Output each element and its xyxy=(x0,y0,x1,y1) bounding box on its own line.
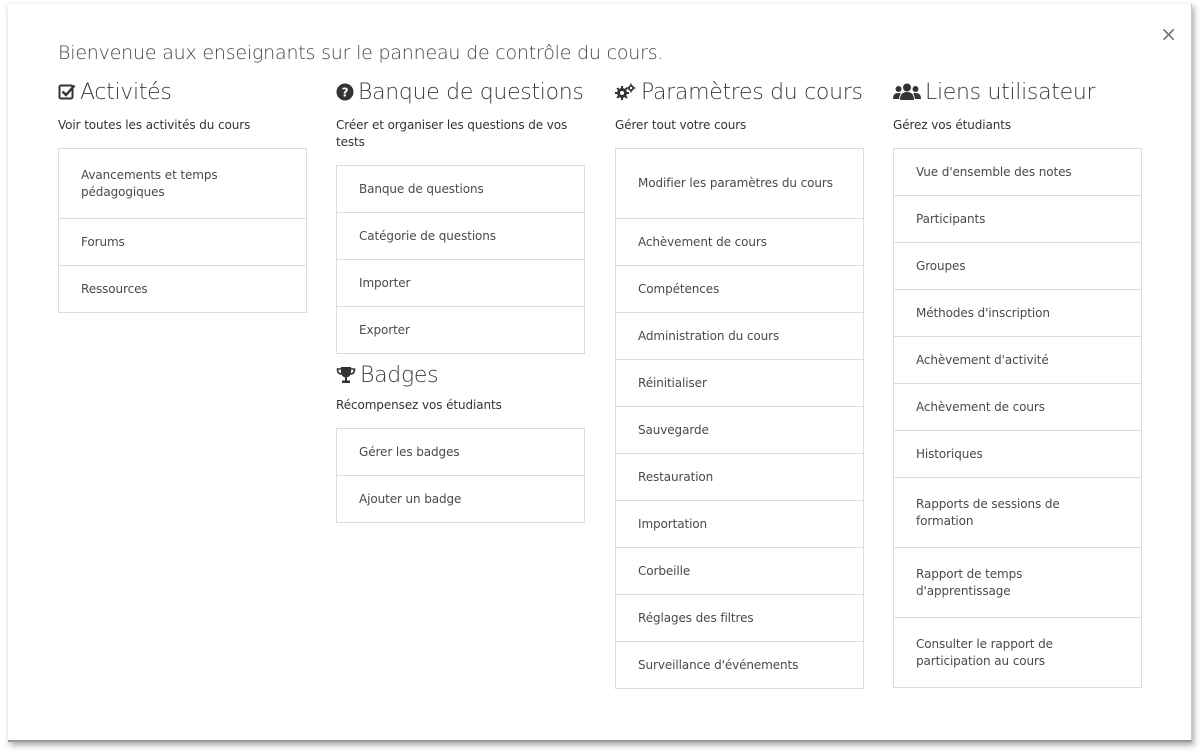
list-item-restauration[interactable]: Restauration xyxy=(616,454,863,501)
users-icon xyxy=(893,79,921,110)
badges-desc: Récompensez vos étudiants xyxy=(336,398,502,412)
svg-text:?: ? xyxy=(342,86,349,100)
question-circle-icon: ? xyxy=(336,79,354,110)
list-item-ajouter-badge[interactable]: Ajouter un badge xyxy=(337,476,584,523)
list-item-forums[interactable]: Forums xyxy=(59,219,306,266)
list-item-methodes-inscription[interactable]: Méthodes d'inscription xyxy=(894,290,1141,337)
list-item-achevement-cours-users[interactable]: Achèvement de cours xyxy=(894,384,1141,431)
list-item-avancements[interactable]: Avancements et temps pédagogiques xyxy=(59,149,306,219)
user-links-column: Liens utilisateur Gérez vos étudiants Vu… xyxy=(893,77,1142,688)
list-item-achevement-activite[interactable]: Achèvement d'activité xyxy=(894,337,1141,384)
list-item-corbeille[interactable]: Corbeille xyxy=(616,548,863,595)
list-item-importation[interactable]: Importation xyxy=(616,501,863,548)
list-item-competences[interactable]: Compétences xyxy=(616,266,863,313)
course-settings-desc: Gérer tout votre cours xyxy=(615,118,747,132)
list-item-participants[interactable]: Participants xyxy=(894,196,1141,243)
question-bank-list: Banque de questions Catégorie de questio… xyxy=(336,165,585,354)
activities-desc: Voir toutes les activités du cours xyxy=(58,118,251,132)
list-item-exporter[interactable]: Exporter xyxy=(337,307,584,354)
badges-title-text: Badges xyxy=(360,363,439,388)
list-item-historiques[interactable]: Historiques xyxy=(894,431,1141,478)
course-settings-title: Paramètres du cours xyxy=(615,77,864,110)
user-links-title: Liens utilisateur xyxy=(893,77,1142,110)
list-item-vue-ensemble-notes[interactable]: Vue d'ensemble des notes xyxy=(894,149,1141,196)
list-item-rapport-participation[interactable]: Consulter le rapport de participation au… xyxy=(894,618,1141,688)
welcome-heading: Bienvenue aux enseignants sur le panneau… xyxy=(58,42,664,64)
list-item-achevement-cours[interactable]: Achèvement de cours xyxy=(616,219,863,266)
gears-icon xyxy=(615,79,637,110)
question-bank-column: ? Banque de questions Créer et organiser… xyxy=(336,77,585,523)
list-item-ressources[interactable]: Ressources xyxy=(59,266,306,313)
check-square-icon xyxy=(58,79,76,110)
list-item-categorie-questions[interactable]: Catégorie de questions xyxy=(337,213,584,260)
list-item-administration[interactable]: Administration du cours xyxy=(616,313,863,360)
list-item-rapport-temps[interactable]: Rapport de temps d'apprentissage xyxy=(894,548,1141,618)
user-links-desc: Gérez vos étudiants xyxy=(893,118,1012,132)
activities-title-text: Activités xyxy=(80,80,172,105)
activities-list: Avancements et temps pédagogiques Forums… xyxy=(58,148,307,313)
activities-title: Activités xyxy=(58,77,307,110)
question-bank-title: ? Banque de questions xyxy=(336,77,585,110)
list-item-reglages-filtres[interactable]: Réglages des filtres xyxy=(616,595,863,642)
list-item-rapports-sessions[interactable]: Rapports de sessions de formation xyxy=(894,478,1141,548)
activities-column: Activités Voir toutes les activités du c… xyxy=(58,77,307,313)
list-item-gerer-badges[interactable]: Gérer les badges xyxy=(337,429,584,476)
list-item-importer[interactable]: Importer xyxy=(337,260,584,307)
course-settings-list: Modifier les paramètres du cours Achèvem… xyxy=(615,148,864,689)
list-item-surveillance[interactable]: Surveillance d'événements xyxy=(616,642,863,689)
course-settings-title-text: Paramètres du cours xyxy=(641,80,863,105)
user-links-title-text: Liens utilisateur xyxy=(925,80,1096,105)
badges-title: Badges xyxy=(336,360,585,393)
list-item-banque-questions[interactable]: Banque de questions xyxy=(337,166,584,213)
user-links-list: Vue d'ensemble des notes Participants Gr… xyxy=(893,148,1142,688)
course-settings-column: Paramètres du cours Gérer tout votre cou… xyxy=(615,77,864,689)
close-icon[interactable]: × xyxy=(1160,24,1177,44)
list-item-groupes[interactable]: Groupes xyxy=(894,243,1141,290)
question-bank-title-text: Banque de questions xyxy=(358,80,584,105)
badges-section: Badges Récompensez vos étudiants Gérer l… xyxy=(336,360,585,523)
list-item-reinitialiser[interactable]: Réinitialiser xyxy=(616,360,863,407)
badges-list: Gérer les badges Ajouter un badge xyxy=(336,428,585,523)
trophy-icon xyxy=(336,362,356,393)
list-item-modifier-parametres[interactable]: Modifier les paramètres du cours xyxy=(616,149,863,219)
list-item-sauvegarde[interactable]: Sauvegarde xyxy=(616,407,863,454)
course-dashboard-modal: × Bienvenue aux enseignants sur le panne… xyxy=(8,4,1192,742)
question-bank-desc: Créer et organiser les questions de vos … xyxy=(336,118,568,149)
